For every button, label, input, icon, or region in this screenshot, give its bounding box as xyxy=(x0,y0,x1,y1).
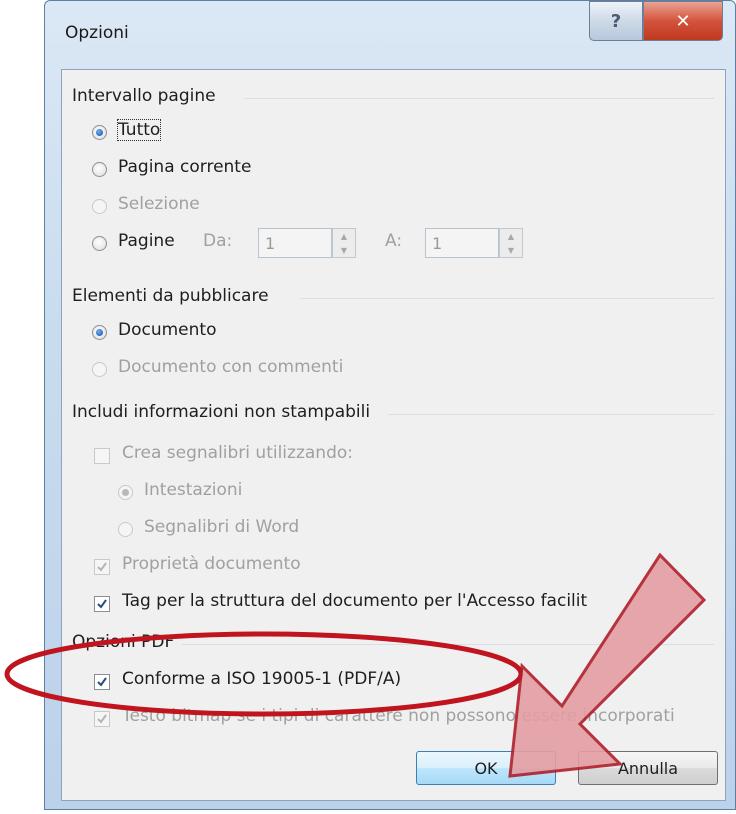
checkmark-icon xyxy=(97,562,107,572)
radio-word-bookmarks xyxy=(118,522,133,537)
to-page-spinner[interactable]: ▲ ▼ xyxy=(499,228,523,258)
radio-word-bookmarks-label: Segnalibri di Word xyxy=(144,517,300,537)
checkmark-icon xyxy=(97,599,107,609)
checkbox-structure-tags[interactable] xyxy=(94,596,110,612)
radio-pages-label[interactable]: Pagine xyxy=(118,231,175,251)
group-divider xyxy=(182,644,714,645)
checkbox-iso-compliant-label[interactable]: Conforme a ISO 19005-1 (PDF/A) xyxy=(122,669,401,689)
title-bar[interactable]: Opzioni ? ✕ xyxy=(45,1,735,71)
group-divider xyxy=(244,98,714,99)
checkbox-bitmap-text xyxy=(94,711,110,727)
from-page-spinner[interactable]: ▲ ▼ xyxy=(332,228,356,258)
checkbox-bitmap-text-label: Testo bitmap se i tipi di carattere non … xyxy=(122,706,675,726)
group-divider xyxy=(300,298,714,299)
close-x-icon: ✕ xyxy=(675,10,691,32)
options-dialog: Opzioni ? ✕ Intervallo pagine Tutto Pagi… xyxy=(44,0,736,810)
checkbox-document-properties xyxy=(94,559,110,575)
checkbox-document-properties-label: Proprietà documento xyxy=(122,554,301,574)
radio-current-page[interactable] xyxy=(92,162,107,177)
radio-document-label[interactable]: Documento xyxy=(118,320,216,340)
group-title-publish: Elementi da pubblicare xyxy=(72,286,269,306)
dialog-title: Opzioni xyxy=(65,23,129,43)
from-label: Da: xyxy=(203,231,233,251)
to-page-input[interactable]: 1 xyxy=(425,228,499,258)
close-button[interactable]: ✕ xyxy=(643,1,723,41)
from-page-input[interactable]: 1 xyxy=(258,228,332,258)
checkbox-iso-compliant[interactable] xyxy=(94,674,110,690)
group-divider xyxy=(388,414,714,415)
radio-document[interactable] xyxy=(92,325,107,340)
radio-headings-label: Intestazioni xyxy=(144,480,243,500)
help-question-icon: ? xyxy=(610,10,622,32)
radio-all-pages[interactable] xyxy=(92,125,107,140)
checkbox-create-bookmarks-label: Crea segnalibri utilizzando: xyxy=(122,443,353,463)
radio-selection-label: Selezione xyxy=(118,194,200,214)
checkmark-icon xyxy=(97,714,107,724)
ok-button[interactable]: OK xyxy=(416,751,556,785)
radio-document-with-comments-label: Documento con commenti xyxy=(118,357,344,377)
radio-all-pages-label[interactable]: Tutto xyxy=(116,119,162,141)
checkbox-create-bookmarks xyxy=(94,448,110,464)
group-title-non-printable: Includi informazioni non stampabili xyxy=(72,402,371,422)
radio-document-with-comments xyxy=(92,362,107,377)
spin-up-icon[interactable]: ▲ xyxy=(500,229,522,243)
spin-up-icon[interactable]: ▲ xyxy=(333,229,355,243)
radio-headings xyxy=(118,485,133,500)
checkmark-icon xyxy=(97,677,107,687)
checkbox-structure-tags-label[interactable]: Tag per la struttura del documento per l… xyxy=(122,591,587,611)
group-title-page-range: Intervallo pagine xyxy=(72,86,216,106)
radio-selection xyxy=(92,199,107,214)
cancel-button[interactable]: Annulla xyxy=(578,751,718,785)
help-button[interactable]: ? xyxy=(589,1,643,41)
dialog-content: Intervallo pagine Tutto Pagina corrente … xyxy=(61,69,726,801)
to-label: A: xyxy=(385,231,403,251)
spin-down-icon[interactable]: ▼ xyxy=(333,243,355,257)
radio-pages[interactable] xyxy=(92,236,107,251)
radio-current-page-label[interactable]: Pagina corrente xyxy=(118,157,251,177)
spin-down-icon[interactable]: ▼ xyxy=(500,243,522,257)
group-title-pdf-options: Opzioni PDF xyxy=(72,632,175,652)
